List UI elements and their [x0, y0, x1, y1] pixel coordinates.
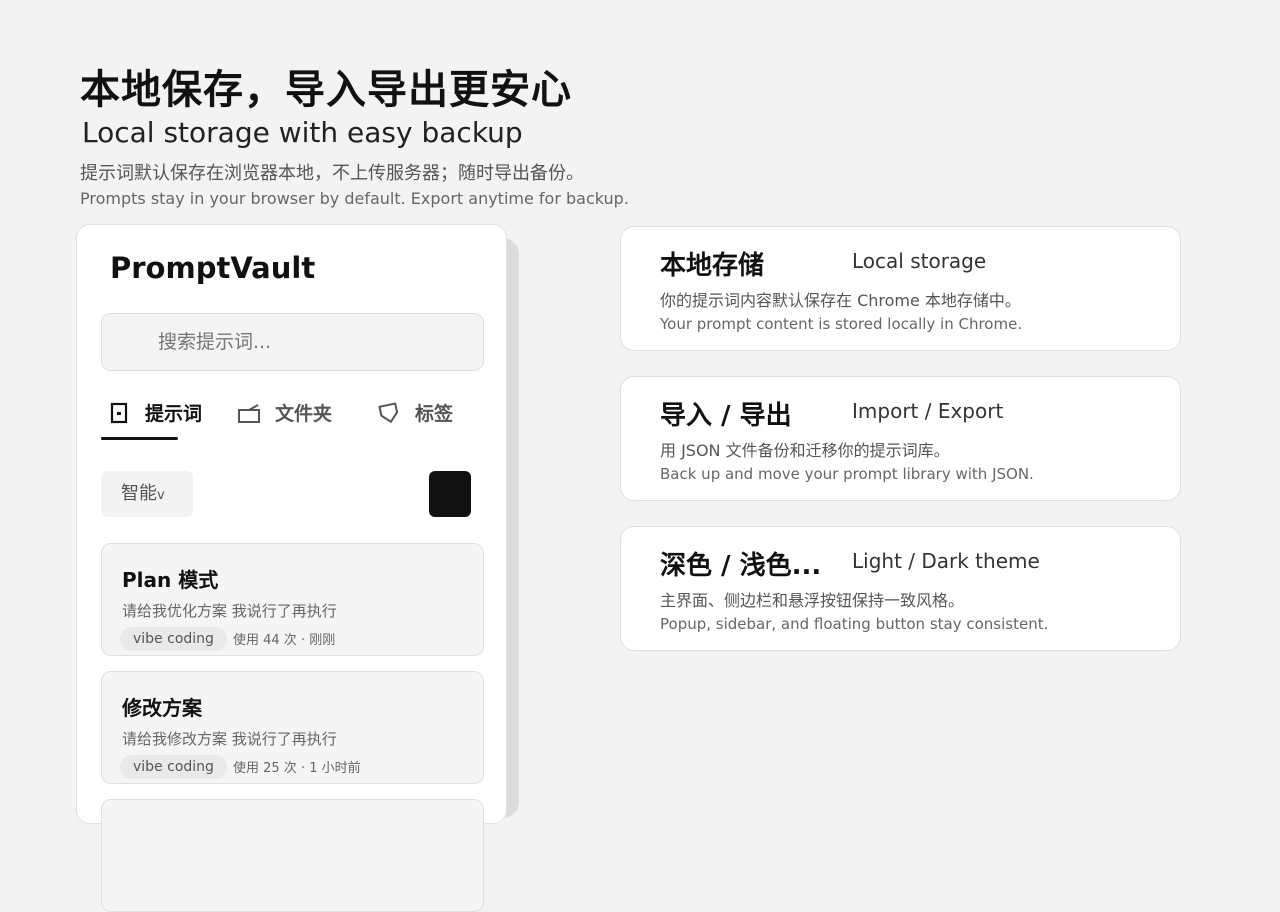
- feature-description-zh: 用 JSON 文件备份和迁移你的提示词库。: [660, 441, 950, 460]
- add-prompt-button[interactable]: [429, 471, 471, 517]
- feature-title-en: Local storage: [852, 249, 987, 273]
- prompt-tag[interactable]: vibe coding: [120, 755, 227, 779]
- prompt-tag[interactable]: vibe coding: [120, 627, 227, 651]
- tab-prompts[interactable]: 提示词: [107, 399, 202, 426]
- document-icon: [107, 401, 131, 425]
- active-tab-indicator: [101, 437, 178, 440]
- prompt-meta: 使用 44 次 · 刚刚: [233, 633, 336, 648]
- tab-prompts-label: 提示词: [145, 403, 203, 425]
- prompt-description: 请给我修改方案 我说行了再执行: [122, 730, 337, 748]
- feature-title-en: Import / Export: [852, 399, 1004, 423]
- tab-tags-label: 标签: [415, 403, 454, 425]
- folder-icon: [237, 401, 261, 425]
- feature-description-zh: 你的提示词内容默认保存在 Chrome 本地存储中。: [660, 291, 1021, 310]
- feature-description-en: Your prompt content is stored locally in…: [660, 315, 1023, 333]
- tab-bar: 提示词 文件夹 标签: [101, 393, 484, 443]
- prompt-description: 请给我优化方案 我说行了再执行: [122, 602, 337, 620]
- prompt-card[interactable]: 修改方案 请给我修改方案 我说行了再执行 vibe coding 使用 25 次…: [101, 671, 484, 784]
- hero-description-en: Prompts stay in your browser by default.…: [80, 189, 629, 208]
- feature-description-zh: 主界面、侧边栏和悬浮按钮保持一致风格。: [660, 591, 965, 610]
- feature-description-en: Back up and move your prompt library wit…: [660, 465, 1034, 483]
- feature-card-theme: 深色 / 浅色... Light / Dark theme 主界面、侧边栏和悬浮…: [620, 526, 1181, 651]
- extension-popup: PromptVault 提示词 文件夹 标签 智能v Plan 模式 请给我优化…: [76, 224, 507, 912]
- prompt-title: Plan 模式: [122, 568, 219, 592]
- hero-subtitle: Local storage with easy backup: [82, 116, 523, 149]
- hero-description-zh: 提示词默认保存在浏览器本地，不上传服务器；随时导出备份。: [80, 163, 584, 184]
- chevron-down-icon: v: [157, 488, 165, 503]
- search-input[interactable]: [101, 313, 484, 371]
- hero-title: 本地保存，导入导出更安心: [80, 67, 572, 113]
- sort-dropdown[interactable]: 智能v: [101, 471, 193, 517]
- tab-folders[interactable]: 文件夹: [237, 399, 332, 426]
- feature-title: 导入 / 导出: [660, 401, 792, 431]
- tab-tags[interactable]: 标签: [377, 399, 453, 426]
- feature-title: 深色 / 浅色...: [660, 551, 822, 581]
- prompt-card-partial[interactable]: [101, 799, 484, 912]
- prompt-title: 修改方案: [122, 696, 202, 720]
- feature-card-import-export: 导入 / 导出 Import / Export 用 JSON 文件备份和迁移你的…: [620, 376, 1181, 501]
- prompt-card[interactable]: Plan 模式 请给我优化方案 我说行了再执行 vibe coding 使用 4…: [101, 543, 484, 656]
- feature-card-local-storage: 本地存储 Local storage 你的提示词内容默认保存在 Chrome 本…: [620, 226, 1181, 351]
- feature-title: 本地存储: [660, 251, 765, 281]
- sort-label: 智能: [121, 483, 157, 504]
- tab-folders-label: 文件夹: [275, 403, 333, 425]
- feature-description-en: Popup, sidebar, and floating button stay…: [660, 615, 1049, 633]
- app-title: PromptVault: [110, 251, 316, 285]
- feature-title-en: Light / Dark theme: [852, 549, 1040, 573]
- prompt-meta: 使用 25 次 · 1 小时前: [233, 761, 361, 776]
- tag-icon: [377, 401, 401, 425]
- hero-section: 本地保存，导入导出更安心 Local storage with easy bac…: [80, 66, 780, 210]
